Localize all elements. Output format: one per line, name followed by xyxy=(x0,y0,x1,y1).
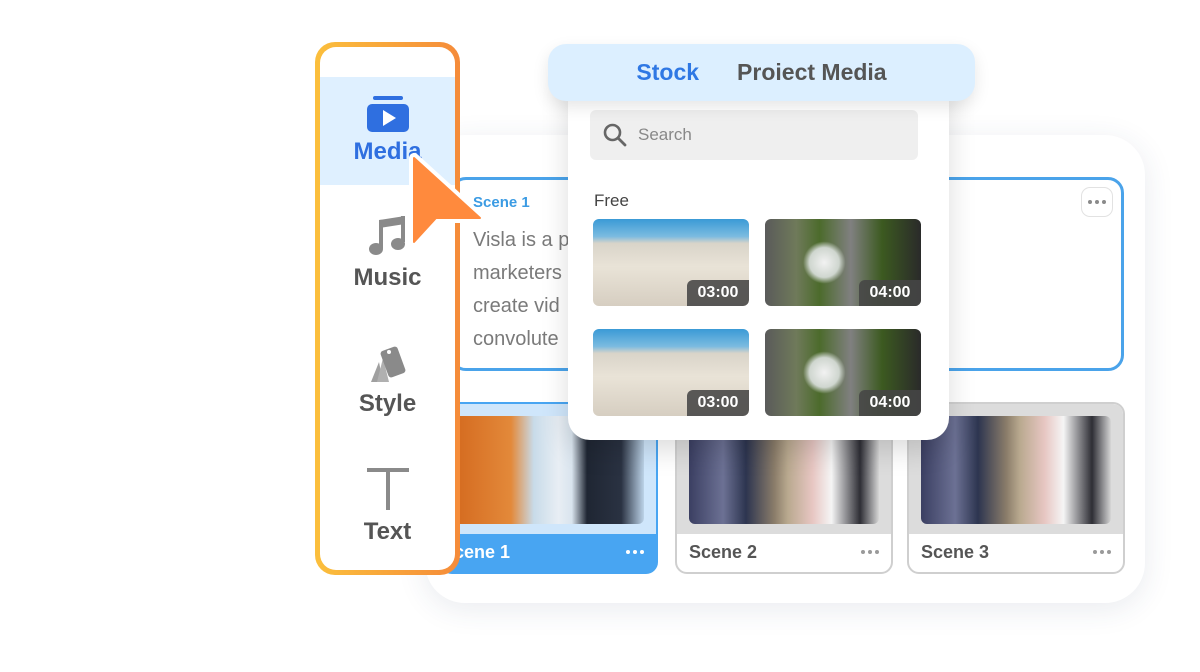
more-dots-icon xyxy=(1088,200,1106,204)
music-note-icon xyxy=(368,216,405,255)
scene-more-icon[interactable] xyxy=(626,550,644,554)
stock-media-item[interactable]: 04:00 xyxy=(765,219,921,306)
sidebar-item-label: Style xyxy=(358,390,417,417)
duration-badge: 03:00 xyxy=(687,390,749,416)
stock-media-item[interactable]: 03:00 xyxy=(593,219,749,306)
duration-badge: 03:00 xyxy=(687,280,749,306)
scene-thumb-footer: cene 1 xyxy=(442,532,656,572)
search-icon xyxy=(603,123,627,147)
scene-thumb-footer: Scene 2 xyxy=(677,532,891,572)
pointer-cursor-icon xyxy=(409,153,485,247)
style-swatch-icon xyxy=(370,346,405,382)
stock-media-popover: Free 03:00 04:00 03:00 04:00 xyxy=(568,70,949,440)
text-t-icon xyxy=(366,468,409,510)
sidebar-item-label: Text xyxy=(363,518,412,545)
sidebar: Media Music Style Text xyxy=(315,42,460,575)
duration-badge: 04:00 xyxy=(859,280,921,306)
tab-stock[interactable]: Stock xyxy=(636,59,699,86)
scene-thumb-footer: Scene 3 xyxy=(909,532,1123,572)
free-section-label: Free xyxy=(594,191,629,210)
sidebar-item-text[interactable]: Text xyxy=(320,450,455,564)
media-play-icon xyxy=(366,96,409,132)
tab-project-media[interactable]: Proiect Media xyxy=(737,59,887,86)
scene-name: cene 1 xyxy=(454,541,511,562)
sidebar-item-label: Music xyxy=(353,264,422,291)
stock-media-item[interactable]: 04:00 xyxy=(765,329,921,416)
scene-name: Scene 3 xyxy=(921,541,990,562)
media-search-input[interactable] xyxy=(638,125,898,145)
stock-media-item[interactable]: 03:00 xyxy=(593,329,749,416)
scene-thumbnail-image xyxy=(921,416,1111,524)
sidebar-panel: Media Music Style Text xyxy=(320,47,455,570)
media-search-field[interactable] xyxy=(590,110,918,160)
scene-more-icon[interactable] xyxy=(861,550,879,554)
script-more-button[interactable] xyxy=(1081,187,1113,217)
sidebar-item-style[interactable]: Style xyxy=(320,324,455,438)
duration-badge: 04:00 xyxy=(859,390,921,416)
media-source-tabs: Stock Proiect Media xyxy=(548,44,975,101)
scene-more-icon[interactable] xyxy=(1093,550,1111,554)
scene-name: Scene 2 xyxy=(689,541,758,562)
